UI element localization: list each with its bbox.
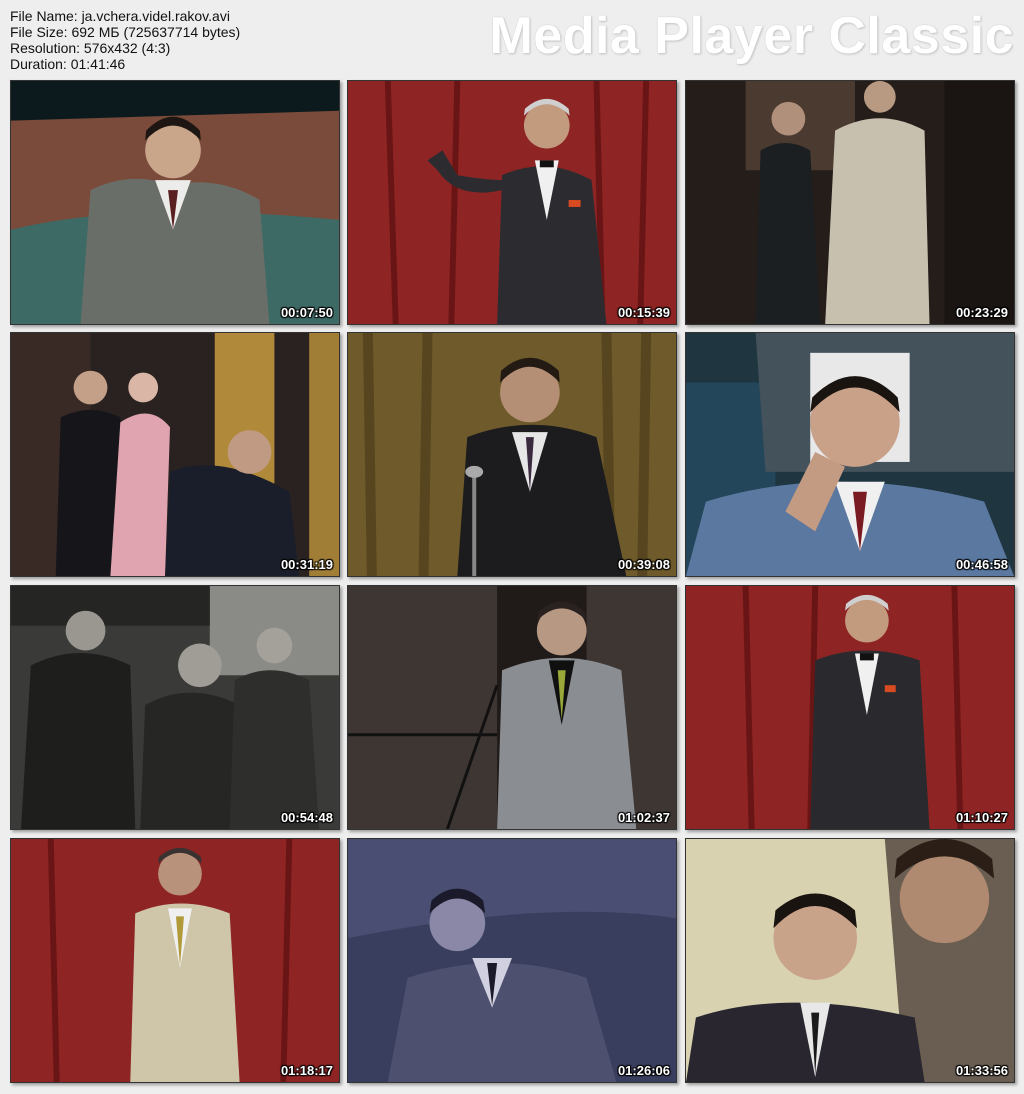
- frame-closeup-hand: [686, 333, 1014, 576]
- frame-two-men-closeup: [686, 839, 1014, 1082]
- thumbnail-8[interactable]: 01:02:37: [347, 585, 677, 830]
- thumbnail-9[interactable]: 01:10:27: [685, 585, 1015, 830]
- timestamp: 00:54:48: [280, 810, 333, 825]
- thumbnail-6[interactable]: 00:46:58: [685, 332, 1015, 577]
- file-info: File Name: ja.vchera.videl.rakov.avi Fil…: [10, 8, 240, 72]
- timestamp: 01:26:06: [617, 1063, 670, 1078]
- timestamp: 01:33:56: [955, 1063, 1008, 1078]
- frame-stage-rocks: [11, 81, 339, 324]
- thumbnail-10[interactable]: 01:18:17: [10, 838, 340, 1083]
- sheet-header: File Name: ja.vchera.videl.rakov.avi Fil…: [0, 0, 1024, 78]
- thumbnail-1[interactable]: 00:07:50: [10, 80, 340, 325]
- frame-black-white-group: [11, 586, 339, 829]
- frame-blue-reclining: [348, 839, 676, 1082]
- timestamp: 00:39:08: [617, 557, 670, 572]
- timestamp: 00:31:19: [280, 557, 333, 572]
- thumbnail-4[interactable]: 00:31:19: [10, 332, 340, 577]
- timestamp: 00:15:39: [617, 305, 670, 320]
- thumbnail-5[interactable]: 00:39:08: [347, 332, 677, 577]
- thumbnail-7[interactable]: 00:54:48: [10, 585, 340, 830]
- frame-gray-suit-mic: [348, 586, 676, 829]
- frame-red-curtain-speaker: [348, 81, 676, 324]
- thumbnail-12[interactable]: 01:33:56: [685, 838, 1015, 1083]
- timestamp: 01:02:37: [617, 810, 670, 825]
- file-name: File Name: ja.vchera.videl.rakov.avi: [10, 8, 230, 24]
- resolution: Resolution: 576x432 (4:3): [10, 40, 171, 56]
- thumbnail-11[interactable]: 01:26:06: [347, 838, 677, 1083]
- timestamp: 00:46:58: [955, 557, 1008, 572]
- frame-microphone-speaker: [348, 333, 676, 576]
- timestamp: 01:18:17: [280, 1063, 333, 1078]
- frame-red-curtain-tuxedo: [686, 586, 1014, 829]
- frame-dark-room: [686, 81, 1014, 324]
- timestamp: 00:23:29: [955, 305, 1008, 320]
- file-size: File Size: 692 МБ (725637714 bytes): [10, 24, 241, 40]
- frame-beige-suit: [11, 839, 339, 1082]
- duration: Duration: 01:41:46: [10, 56, 126, 72]
- thumbnail-3[interactable]: 00:23:29: [685, 80, 1015, 325]
- frame-theater-stage: [11, 333, 339, 576]
- thumbnail-2[interactable]: 00:15:39: [347, 80, 677, 325]
- brand-logo-text: Media Player Classic: [489, 7, 1014, 65]
- timestamp: 01:10:27: [955, 810, 1008, 825]
- timestamp: 00:07:50: [280, 305, 333, 320]
